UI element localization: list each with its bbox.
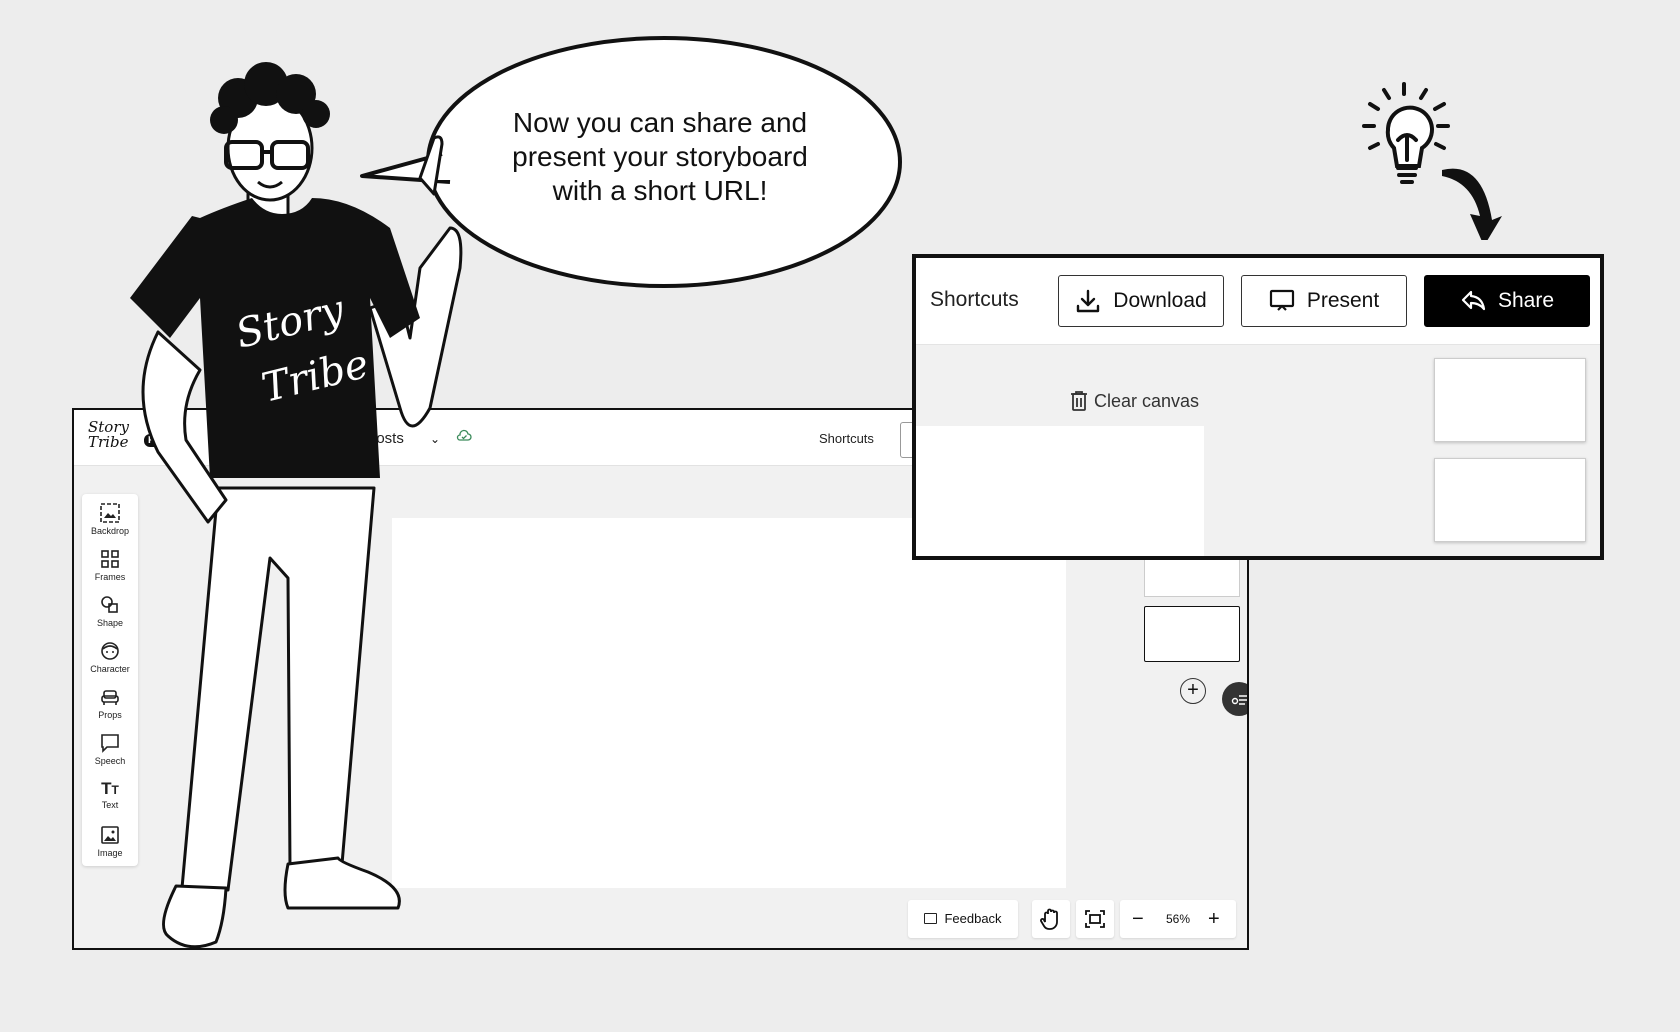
presentation-icon — [1269, 289, 1294, 311]
hand-icon — [1040, 908, 1058, 930]
chat-icon — [1231, 695, 1247, 705]
feedback-label: Feedback — [944, 911, 1002, 926]
feedback-icon — [924, 913, 938, 924]
fit-screen-icon — [1085, 910, 1105, 928]
add-frame-button[interactable]: + — [1180, 678, 1206, 704]
shortcuts-button[interactable]: Shortcuts — [819, 431, 874, 446]
props-icon — [101, 690, 119, 705]
trash-icon — [1071, 391, 1087, 411]
clear-canvas-label: Clear canvas — [1094, 390, 1200, 411]
speech-line-1: Now you can share and — [512, 107, 808, 138]
feedback-button[interactable]: Feedback — [908, 900, 1018, 938]
present-button[interactable]: Present — [1241, 275, 1407, 327]
chat-support-button[interactable] — [1222, 682, 1247, 716]
zoom-level: 56% — [1166, 912, 1191, 926]
speech-line-2: present your storyboard — [512, 141, 808, 172]
lightbulb-illustration — [1362, 82, 1502, 240]
frames-icon — [101, 550, 119, 568]
zoom-in-button[interactable]: + — [1208, 900, 1220, 938]
character-icon — [101, 642, 119, 660]
shape-icon — [101, 596, 118, 613]
canvas-area[interactable] — [916, 426, 1204, 556]
callout-header: Shortcuts Download Present Share — [916, 258, 1600, 345]
frame-thumbnail[interactable] — [1434, 358, 1586, 442]
pan-tool-button[interactable] — [1032, 900, 1070, 938]
present-label: Present — [1306, 289, 1380, 312]
download-label: Download — [1113, 289, 1207, 312]
backdrop-icon — [100, 503, 120, 523]
download-icon — [1077, 289, 1100, 313]
storytribe-mascot-illustration: Story Tribe — [130, 62, 463, 949]
image-icon — [101, 826, 119, 844]
tool-label: Props — [98, 710, 122, 720]
tool-label: Image — [97, 848, 123, 858]
frame-thumbnail-selected[interactable] — [1144, 606, 1240, 662]
share-label: Share — [1497, 289, 1555, 312]
clear-canvas-button[interactable]: Clear canvas — [1070, 390, 1199, 412]
download-button[interactable]: Download — [1058, 275, 1224, 327]
fit-to-screen-button[interactable] — [1076, 900, 1114, 938]
shortcuts-button[interactable]: Shortcuts — [930, 288, 1019, 312]
share-button[interactable]: Share — [1424, 275, 1590, 327]
tool-label: Text — [101, 800, 119, 810]
zoom-control: − 56% + — [1120, 900, 1236, 938]
share-icon — [1461, 290, 1486, 311]
frame-thumbnail[interactable] — [1434, 458, 1586, 542]
speech-icon — [101, 734, 119, 753]
speech-line-3: with a short URL! — [552, 175, 768, 206]
zoom-out-button[interactable]: − — [1132, 900, 1144, 938]
storyboard-canvas[interactable] — [392, 518, 1066, 888]
shortcuts-callout-panel: Shortcuts Download Present Share Clear c… — [912, 254, 1604, 560]
frame-thumbnail[interactable] — [1144, 556, 1240, 597]
speech-text: Now you can share and present your story… — [480, 106, 840, 208]
